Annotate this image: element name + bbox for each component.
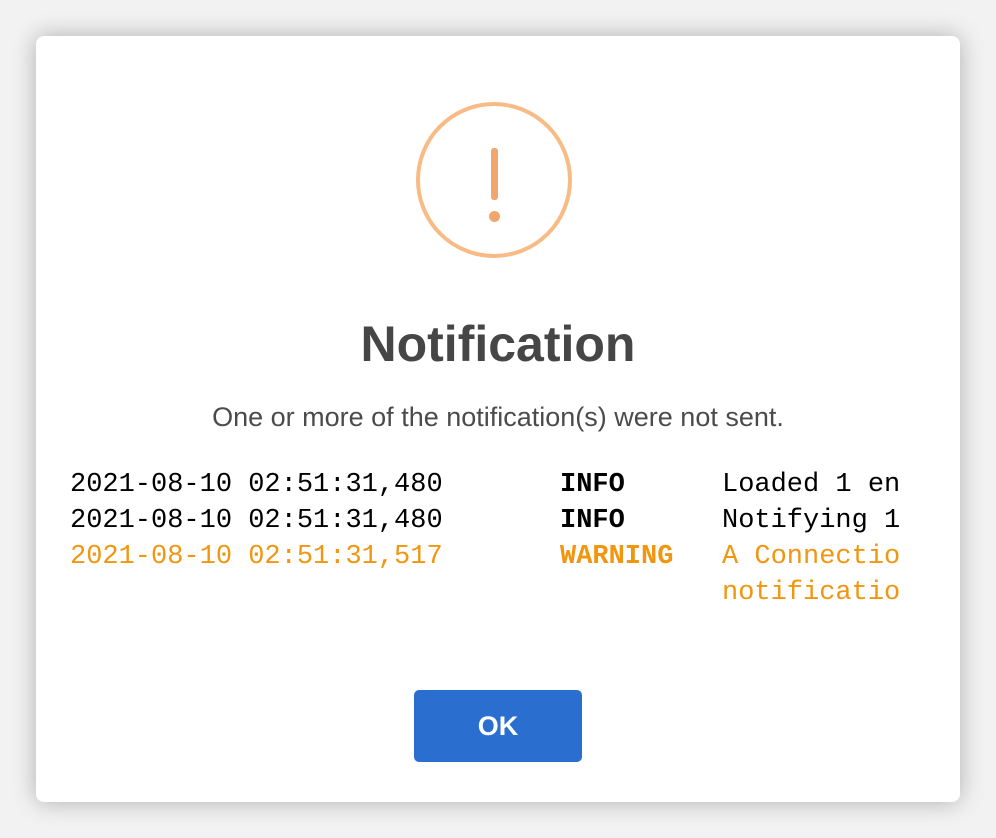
log-level: INFO (560, 506, 625, 536)
warning-icon (416, 102, 572, 258)
ok-button[interactable]: OK (414, 690, 582, 762)
log-timestamp: 2021-08-10 02:51:31,480 (70, 506, 443, 536)
log-message: Notifying 1 (722, 506, 901, 536)
exclamation-bar (491, 148, 498, 200)
log-row: 2021-08-10 02:51:31,480 INFO Loaded 1 en (70, 467, 926, 503)
log-message: A Connectio notificatio (722, 542, 901, 608)
notification-dialog: Notification One or more of the notifica… (36, 36, 960, 802)
log-level: WARNING (560, 542, 674, 572)
dialog-message: One or more of the notification(s) were … (212, 402, 784, 432)
log-output: 2021-08-10 02:51:31,480 INFO Loaded 1 en… (70, 467, 926, 617)
log-timestamp: 2021-08-10 02:51:31,517 (70, 542, 443, 572)
exclamation-dot (489, 211, 500, 222)
log-row: 2021-08-10 02:51:31,480 INFO Notifying 1 (70, 503, 926, 539)
log-message: Loaded 1 en (722, 470, 901, 500)
dialog-title: Notification (360, 316, 636, 372)
log-row: 2021-08-10 02:51:31,517 WARNING A Connec… (70, 539, 926, 611)
log-level: INFO (560, 470, 625, 500)
log-timestamp: 2021-08-10 02:51:31,480 (70, 470, 443, 500)
